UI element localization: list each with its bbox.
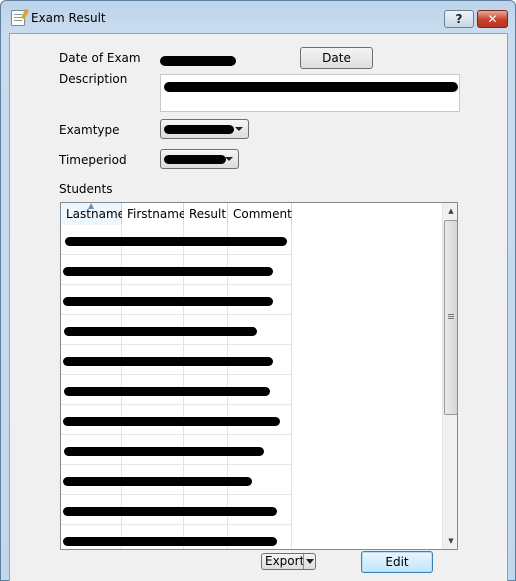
- table-scrollbar[interactable]: ▲ ▼: [442, 203, 457, 549]
- table-row[interactable]: [61, 255, 292, 285]
- table-row[interactable]: [61, 495, 292, 525]
- date-button[interactable]: Date: [300, 47, 373, 69]
- help-button[interactable]: ?: [444, 10, 474, 28]
- window-title: Exam Result: [31, 11, 106, 25]
- table-row[interactable]: [61, 225, 292, 255]
- dialog-content: Date of Exam Date Description Examtype T…: [9, 33, 508, 581]
- redacted-row: [63, 507, 277, 516]
- close-button[interactable]: ✕: [477, 10, 508, 28]
- sort-ascending-icon: ▲: [88, 202, 95, 210]
- export-button[interactable]: Export: [261, 553, 316, 570]
- redacted-row: [63, 267, 273, 276]
- table-row[interactable]: [61, 285, 292, 315]
- table-row[interactable]: [61, 345, 292, 375]
- redacted-examtype: [164, 125, 234, 134]
- column-header-firstname[interactable]: Firstname: [122, 203, 187, 225]
- split-divider: [303, 554, 304, 569]
- table-row[interactable]: [61, 375, 292, 405]
- column-header-label: Comment: [233, 207, 292, 221]
- column-header-label: Lastname: [66, 207, 126, 221]
- chevron-down-icon[interactable]: [306, 559, 314, 564]
- column-header-label: Result: [189, 207, 227, 221]
- column-header-lastname[interactable]: ▲ Lastname: [61, 202, 126, 225]
- date-of-exam-label: Date of Exam: [59, 51, 141, 65]
- edit-button[interactable]: Edit: [361, 551, 433, 573]
- table-row[interactable]: [61, 525, 292, 549]
- table-row[interactable]: [61, 315, 292, 345]
- timeperiod-label: Timeperiod: [59, 153, 127, 167]
- description-label: Description: [59, 72, 128, 86]
- redacted-row: [63, 297, 273, 306]
- column-header-label: Firstname: [127, 207, 187, 221]
- redacted-row: [63, 537, 277, 546]
- students-table[interactable]: ▲ Lastname Firstname Result Comment ▲ ▼: [60, 202, 458, 550]
- export-label: Export: [265, 554, 305, 568]
- redacted-row: [64, 327, 257, 336]
- help-icon: ?: [455, 12, 463, 26]
- redacted-row: [64, 387, 270, 396]
- students-label: Students: [59, 182, 113, 196]
- chevron-down-icon: [225, 157, 233, 161]
- table-header: ▲ Lastname Firstname Result Comment: [61, 203, 292, 225]
- redacted-timeperiod: [164, 155, 226, 164]
- redacted-row: [63, 477, 252, 486]
- column-header-comment[interactable]: Comment: [228, 203, 292, 225]
- title-bar[interactable]: Exam Result ? ✕: [1, 1, 515, 33]
- timeperiod-select[interactable]: [160, 149, 239, 169]
- redacted-row: [63, 417, 280, 426]
- grip-icon: [448, 314, 454, 315]
- redacted-row: [64, 447, 264, 456]
- table-row[interactable]: [61, 465, 292, 495]
- scrollbar-thumb[interactable]: [444, 220, 457, 415]
- redacted-date: [160, 56, 236, 66]
- description-field[interactable]: [160, 74, 460, 112]
- close-icon: ✕: [487, 12, 498, 26]
- scroll-up-icon[interactable]: ▲: [443, 203, 457, 219]
- table-row[interactable]: [61, 435, 292, 465]
- redacted-description: [164, 82, 458, 92]
- examtype-select[interactable]: [160, 119, 249, 139]
- exam-result-dialog: Exam Result ? ✕ Date of Exam Date Descri…: [0, 0, 516, 581]
- redacted-row: [63, 357, 273, 366]
- table-row[interactable]: [61, 405, 292, 435]
- examtype-label: Examtype: [59, 123, 120, 137]
- chevron-down-icon: [235, 127, 243, 131]
- scroll-down-icon[interactable]: ▼: [443, 533, 457, 549]
- column-header-result[interactable]: Result: [184, 203, 228, 225]
- exam-document-icon: [11, 10, 25, 26]
- redacted-row: [65, 237, 287, 246]
